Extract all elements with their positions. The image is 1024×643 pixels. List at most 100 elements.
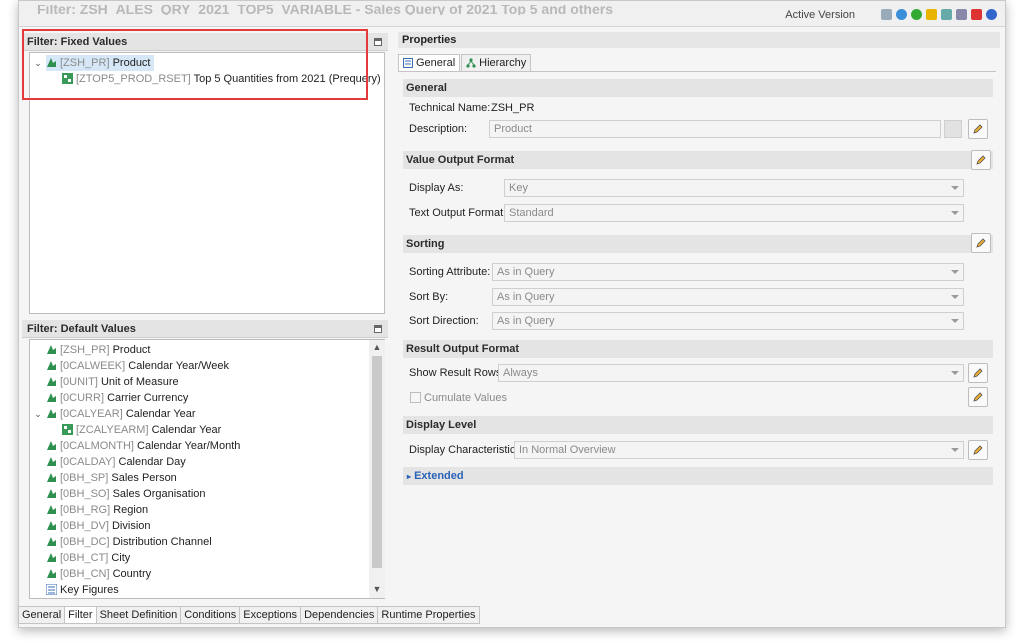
tab-general-bottom[interactable]: General — [18, 606, 66, 624]
characteristic-icon — [47, 473, 56, 482]
minimize-icon[interactable] — [374, 38, 382, 46]
tab-hierarchy[interactable]: Hierarchy — [461, 54, 532, 72]
tree-node[interactable]: [0CALYEAR] Calendar Year — [46, 406, 196, 422]
properties-header: Properties — [398, 32, 1000, 48]
text-output-dropdown[interactable]: Standard — [504, 204, 964, 222]
characteristic-icon — [47, 489, 56, 498]
technical-name-value: ZSH_PR — [491, 102, 535, 114]
description-field[interactable]: Product — [489, 120, 941, 138]
section-general: General — [403, 79, 993, 97]
edit-description-button[interactable] — [968, 119, 988, 139]
dropdown-icon[interactable] — [881, 9, 892, 20]
collapse-icon[interactable]: ⌄ — [33, 406, 43, 422]
sort-direction-dropdown[interactable]: As in Query — [492, 312, 964, 330]
edit-cumulate-button[interactable] — [968, 387, 988, 407]
cumulate-values-label: Cumulate Values — [424, 392, 507, 404]
display-characteristic-label: Display Characteristic: — [409, 444, 519, 456]
chat-icon[interactable] — [956, 9, 967, 20]
vertical-scrollbar[interactable]: ▲ ▼ — [369, 340, 385, 598]
display-characteristic-dropdown[interactable]: In Normal Overview — [514, 441, 964, 459]
properties-tabs: General Hierarchy — [398, 54, 532, 72]
scroll-down-icon[interactable]: ▼ — [370, 584, 384, 594]
characteristic-icon — [47, 441, 56, 450]
extended-section-toggle[interactable]: ▸ Extended — [403, 467, 993, 485]
characteristic-icon — [47, 409, 56, 418]
tab-runtime-properties[interactable]: Runtime Properties — [377, 606, 480, 624]
version-label[interactable]: Active Version — [785, 9, 855, 21]
tab-general[interactable]: General — [398, 54, 461, 72]
pencil-icon — [976, 238, 986, 248]
edit-display-level-button[interactable] — [968, 440, 988, 460]
show-result-rows-dropdown[interactable]: Always — [498, 364, 964, 382]
scroll-thumb[interactable] — [372, 356, 382, 568]
section-display-level: Display Level — [403, 416, 993, 434]
window-title: Filter: ZSH_ALES_QRY_2021_TOP5_VARIABLE … — [37, 5, 613, 15]
tree-node[interactable]: [0CURR] Carrier Currency — [46, 390, 188, 406]
technical-name-label: Technical Name: — [409, 102, 491, 114]
default-values-tree[interactable]: [ZSH_PR] Product [0CALWEEK] Calendar Yea… — [29, 339, 385, 599]
tree-node[interactable]: [0CALWEEK] Calendar Year/Week — [46, 358, 229, 374]
tab-filter[interactable]: Filter — [64, 606, 97, 624]
edit-value-output-button[interactable] — [971, 150, 991, 170]
bottom-tab-bar: General Filter Sheet Definition Conditio… — [18, 606, 480, 624]
tree-node[interactable]: [0CALMONTH] Calendar Year/Month — [46, 438, 240, 454]
characteristic-icon — [47, 345, 56, 354]
tree-node[interactable]: [0BH_CN] Country — [46, 566, 151, 582]
toolbar-icons — [881, 9, 997, 20]
display-as-label: Display As: — [409, 182, 464, 194]
sort-by-dropdown[interactable]: As in Query — [492, 288, 964, 306]
tree-node[interactable]: [ZCALYEARM] Calendar Year — [62, 422, 221, 438]
extended-label: Extended — [414, 470, 464, 482]
lock-icon[interactable] — [926, 9, 937, 20]
tree-node[interactable]: [ZSH_PR] Product — [46, 342, 151, 358]
tab-exceptions[interactable]: Exceptions — [239, 606, 302, 624]
tree-node-key-figures[interactable]: Key Figures — [46, 582, 119, 598]
tree-node[interactable]: [0BH_DV] Division — [46, 518, 151, 534]
tree-node[interactable]: [0BH_DC] Distribution Channel — [46, 534, 212, 550]
close-icon[interactable] — [971, 9, 982, 20]
copy-icon[interactable] — [941, 9, 952, 20]
sorting-attribute-dropdown[interactable]: As in Query — [492, 263, 964, 281]
pencil-icon — [976, 155, 986, 165]
info-icon[interactable] — [986, 9, 997, 20]
pencil-icon — [973, 124, 983, 134]
tree-node[interactable]: [0BH_RG] Region — [46, 502, 148, 518]
minimize-icon[interactable] — [374, 325, 382, 333]
characteristic-icon — [47, 457, 56, 466]
display-as-dropdown[interactable]: Key — [504, 179, 964, 197]
tree-node[interactable]: [0BH_CT] City — [46, 550, 130, 566]
globe-icon[interactable] — [896, 9, 907, 20]
tab-dependencies[interactable]: Dependencies — [300, 606, 379, 624]
translate-button[interactable] — [944, 120, 962, 138]
refresh-icon[interactable] — [911, 9, 922, 20]
tree-node[interactable]: [0CALDAY] Calendar Day — [46, 454, 186, 470]
characteristic-icon — [47, 393, 56, 402]
properties-title: Properties — [402, 34, 457, 46]
tab-sheet-definition[interactable]: Sheet Definition — [95, 606, 182, 624]
cumulate-values-checkbox[interactable] — [410, 392, 421, 403]
section-sorting: Sorting — [403, 235, 993, 253]
tab-conditions[interactable]: Conditions — [180, 606, 241, 624]
tree-node[interactable]: [0UNIT] Unit of Measure — [46, 374, 179, 390]
characteristic-icon — [47, 537, 56, 546]
tab-divider — [398, 71, 996, 72]
edit-sorting-button[interactable] — [971, 233, 991, 253]
scroll-up-icon[interactable]: ▲ — [370, 342, 384, 352]
key-figures-icon — [46, 584, 57, 595]
pencil-icon — [973, 445, 983, 455]
sort-direction-label: Sort Direction: — [409, 315, 479, 327]
characteristic-icon — [47, 553, 56, 562]
expand-arrow-icon: ▸ — [407, 472, 412, 481]
characteristic-icon — [47, 569, 56, 578]
characteristic-icon — [47, 377, 56, 386]
sort-by-label: Sort By: — [409, 291, 449, 303]
edit-result-rows-button[interactable] — [968, 363, 988, 383]
tree-node[interactable]: [0BH_SP] Sales Person — [46, 470, 177, 486]
pencil-icon — [973, 392, 983, 402]
show-result-rows-label: Show Result Rows: — [409, 367, 505, 379]
general-tab-icon — [403, 58, 413, 68]
sorting-attribute-label: Sorting Attribute: — [409, 266, 491, 278]
characteristic-icon — [47, 361, 56, 370]
tree-node[interactable]: [0BH_SO] Sales Organisation — [46, 486, 206, 502]
characteristic-icon — [47, 505, 56, 514]
